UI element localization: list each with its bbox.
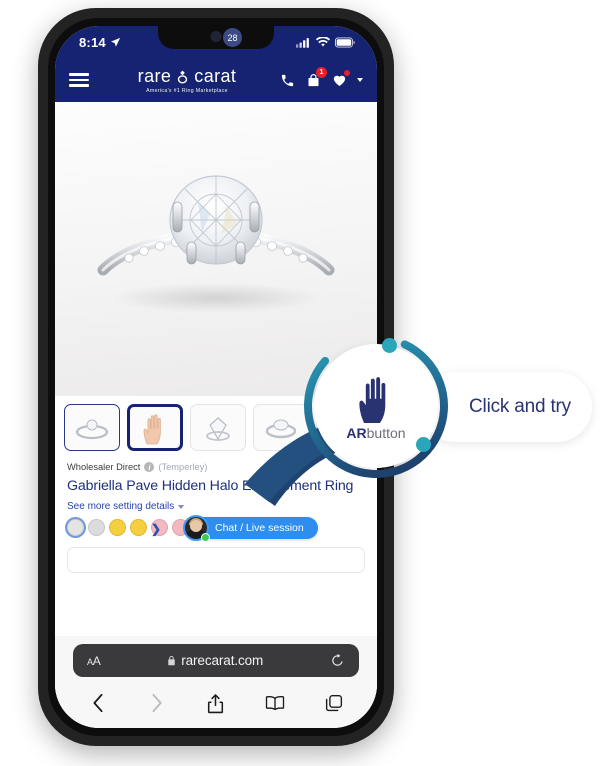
status-time-group: 8:14 xyxy=(79,35,121,50)
info-icon[interactable]: i xyxy=(144,462,155,472)
forward-button xyxy=(146,692,168,714)
hand-thumb-icon xyxy=(143,413,161,444)
chevron-down-icon[interactable] xyxy=(357,78,363,82)
reload-icon[interactable] xyxy=(330,653,345,668)
thumbnail-count-badge[interactable]: 28 xyxy=(223,28,242,47)
brand-wordmark: rare carat xyxy=(138,66,237,87)
callout-dot-bottom xyxy=(416,437,431,452)
brand-right-word: carat xyxy=(194,66,237,86)
ar-button-label: ARbutton xyxy=(346,425,405,441)
brand-tagline: America's #1 Ring Marketplace xyxy=(146,88,228,94)
setting-details-label: See more setting details xyxy=(67,501,175,512)
ring-thumb-icon xyxy=(206,416,230,441)
front-camera xyxy=(210,31,222,42)
online-status-dot xyxy=(201,533,210,542)
chevron-right-icon[interactable]: ❯ xyxy=(151,522,161,536)
ar-bold-text: AR xyxy=(346,424,367,441)
tabs-button[interactable] xyxy=(323,692,345,714)
screenshot-root: 8:14 rare carat America's #1 Ring Market… xyxy=(0,0,608,766)
thumbnail-ar-hand[interactable] xyxy=(127,404,183,451)
swatch-platinum[interactable] xyxy=(67,519,84,536)
ar-rest-text: button xyxy=(366,424,406,441)
vendor-name: (Temperley) xyxy=(158,462,208,472)
safari-toolbar xyxy=(55,684,377,728)
ios-status-bar: 8:14 xyxy=(55,26,377,58)
chevron-down-icon xyxy=(178,504,185,509)
phone-icon[interactable] xyxy=(279,72,296,89)
safari-address-bar[interactable]: AA rarecarat.com xyxy=(73,644,359,677)
bag-count-badge: 1 xyxy=(316,66,327,78)
location-arrow-icon xyxy=(110,37,120,47)
swatch-yellow-gold[interactable] xyxy=(109,519,126,536)
wishlist-alert-dot xyxy=(344,69,350,76)
thumbnail-ring-top[interactable] xyxy=(190,404,246,451)
ring-thumb-icon xyxy=(75,419,109,439)
battery-icon xyxy=(335,37,355,48)
diamond-ring-icon xyxy=(178,70,188,83)
bookmarks-button[interactable] xyxy=(264,692,286,714)
brand-left-word: rare xyxy=(137,66,172,86)
wifi-icon xyxy=(316,36,330,47)
status-indicators xyxy=(296,36,355,48)
share-button[interactable] xyxy=(205,692,227,714)
url-display[interactable]: rarecarat.com xyxy=(100,653,330,668)
safari-bottom-bars: AA rarecarat.com xyxy=(55,636,377,728)
callout-dot-top xyxy=(382,338,397,353)
url-text: rarecarat.com xyxy=(181,653,264,668)
shopping-bag-icon[interactable]: 1 xyxy=(305,66,327,89)
swatch-yellow-gold-2[interactable] xyxy=(130,519,147,536)
text-size-button[interactable]: AA xyxy=(87,654,101,668)
status-time: 8:14 xyxy=(79,34,106,50)
avatar-face xyxy=(190,520,202,532)
wholesaler-label: Wholesaler Direct xyxy=(67,462,141,472)
brand-logo[interactable]: rare carat America's #1 Ring Marketplace xyxy=(95,66,279,94)
thumbnail-ring-front[interactable] xyxy=(64,404,120,451)
heart-icon[interactable] xyxy=(331,69,350,89)
lock-icon xyxy=(168,655,175,666)
hand-icon xyxy=(359,376,386,423)
hamburger-menu-icon[interactable] xyxy=(69,73,89,87)
site-header: rare carat America's #1 Ring Marketplace xyxy=(55,58,377,102)
header-action-icons: 1 xyxy=(279,66,363,89)
device-notch xyxy=(158,26,274,49)
cellular-signal-icon xyxy=(296,37,309,48)
swatch-white-gold[interactable] xyxy=(88,519,105,536)
back-button[interactable] xyxy=(87,692,109,714)
